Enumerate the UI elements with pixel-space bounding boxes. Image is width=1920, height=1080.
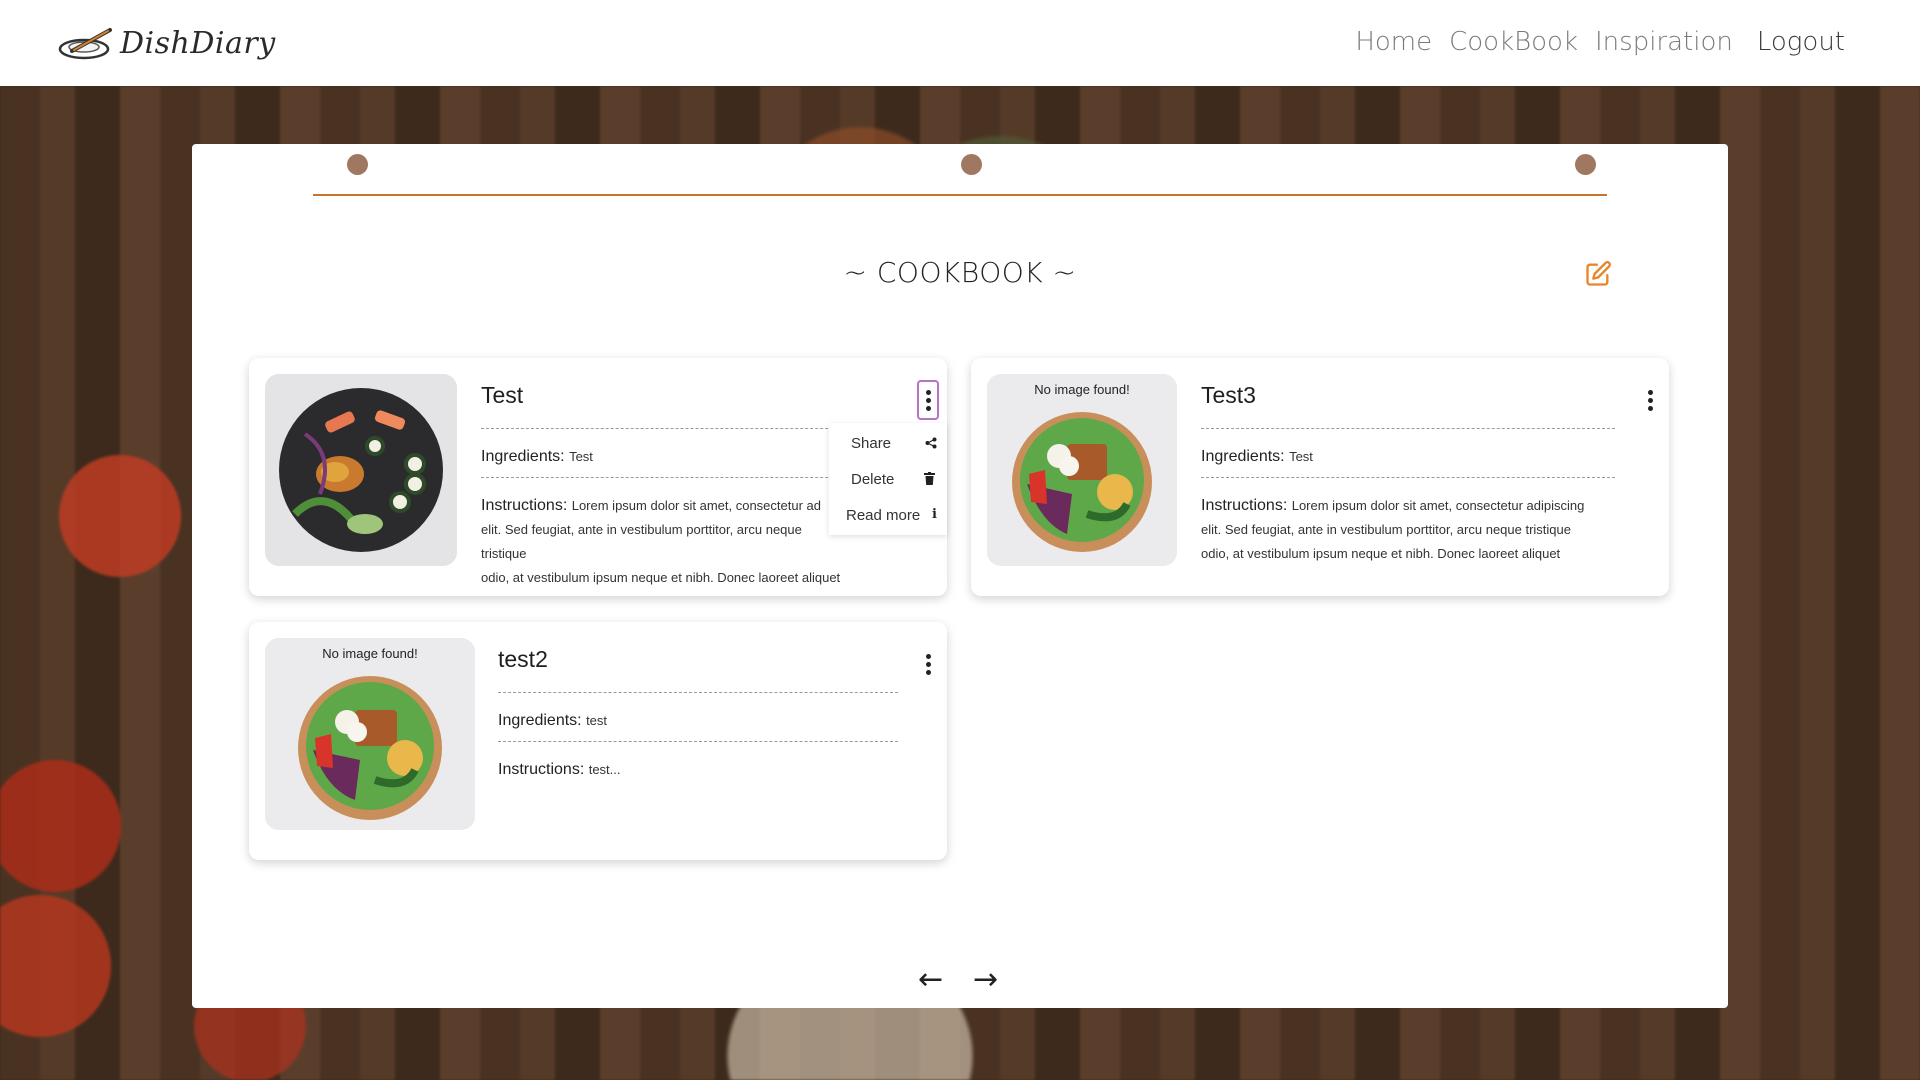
recipe-title: Test <box>481 382 524 408</box>
nav-logout[interactable]: Logout <box>1757 27 1845 57</box>
ingredients-label: Ingredients: <box>498 712 582 729</box>
trash-icon <box>924 472 935 485</box>
recipe-image: No image found! <box>265 638 475 830</box>
divider <box>1201 428 1615 429</box>
ingredients-value: Test <box>569 449 593 464</box>
recipe-image <box>265 374 457 566</box>
recipe-ingredients: Ingredients: Test <box>1201 448 1313 466</box>
more-options-button[interactable] <box>1639 380 1661 420</box>
recipe-title: Test3 <box>1201 382 1256 408</box>
divider <box>498 741 898 742</box>
divider <box>1201 477 1615 478</box>
edit-icon[interactable] <box>1584 260 1612 288</box>
main-nav: Home CookBook Inspiration Logout <box>1338 27 1845 57</box>
recipe-image: No image found! <box>987 374 1177 566</box>
prev-page-arrow[interactable]: ← <box>918 962 943 997</box>
binder-rings <box>313 154 1607 196</box>
divider <box>498 692 898 693</box>
no-image-note: No image found! <box>322 646 418 661</box>
recipe-ingredients: Ingredients: Test <box>481 448 593 466</box>
ingredients-label: Ingredients: <box>481 448 565 465</box>
recipe-card-test2[interactable]: No image found! test2 Ingredients: test … <box>249 622 947 860</box>
more-options-button[interactable] <box>917 644 939 684</box>
instructions-text: Lorem ipsum dolor sit amet, consectetur … <box>571 498 821 513</box>
brand-logo[interactable]: DishDiary <box>58 26 276 61</box>
no-image-note: No image found! <box>1034 382 1130 397</box>
binder-ring <box>347 154 368 175</box>
ingredients-value: Test <box>1289 449 1313 464</box>
nav-cookbook[interactable]: CookBook <box>1449 27 1578 57</box>
instructions-label: Instructions: <box>498 761 585 778</box>
instructions-text: test... <box>588 762 621 777</box>
share-icon <box>925 437 937 449</box>
instructions-label: Instructions: <box>481 497 568 514</box>
next-page-arrow[interactable]: → <box>973 962 998 997</box>
instructions-text: odio, at vestibulum ipsum neque et nibh.… <box>481 570 841 585</box>
more-options-button[interactable] <box>917 380 939 420</box>
menu-share[interactable]: Share <box>829 427 947 459</box>
nav-home[interactable]: Home <box>1355 27 1432 57</box>
recipe-ingredients: Ingredients: test <box>498 712 607 730</box>
recipe-title: test2 <box>498 646 548 672</box>
recipe-instructions: Instructions: Lorem ipsum dolor sit amet… <box>481 494 841 590</box>
ingredients-value: test <box>586 713 608 728</box>
page-title: ~ COOKBOOK ~ <box>843 256 1077 289</box>
brand-name: DishDiary <box>120 26 276 61</box>
instructions-label: Instructions: <box>1201 497 1288 514</box>
instructions-text: Lorem ipsum dolor sit amet, consectetur … <box>1291 498 1585 513</box>
instructions-text: elit. Sed feugiat, ante in vestibulum po… <box>1201 522 1571 537</box>
dish-logo-icon <box>58 27 112 59</box>
binder-ring <box>961 154 982 175</box>
ingredients-label: Ingredients: <box>1201 448 1285 465</box>
recipe-context-menu: Share Delete Read more i <box>829 423 947 535</box>
info-icon: i <box>932 507 937 522</box>
recipe-card-test3[interactable]: No image found! Test3 Ingredients: Test … <box>971 358 1669 596</box>
nav-inspiration[interactable]: Inspiration <box>1595 27 1733 57</box>
menu-read-more[interactable]: Read more i <box>829 499 947 531</box>
recipe-instructions: Instructions: test... <box>498 758 898 782</box>
recipe-instructions: Instructions: Lorem ipsum dolor sit amet… <box>1201 494 1621 566</box>
instructions-text: odio, at vestibulum ipsum neque et nibh.… <box>1201 546 1561 561</box>
menu-delete[interactable]: Delete <box>829 463 947 495</box>
instructions-text: elit. Sed feugiat, ante in vestibulum po… <box>481 522 802 561</box>
top-navbar: DishDiary Home CookBook Inspiration Logo… <box>0 0 1920 86</box>
binder-ring <box>1575 154 1596 175</box>
